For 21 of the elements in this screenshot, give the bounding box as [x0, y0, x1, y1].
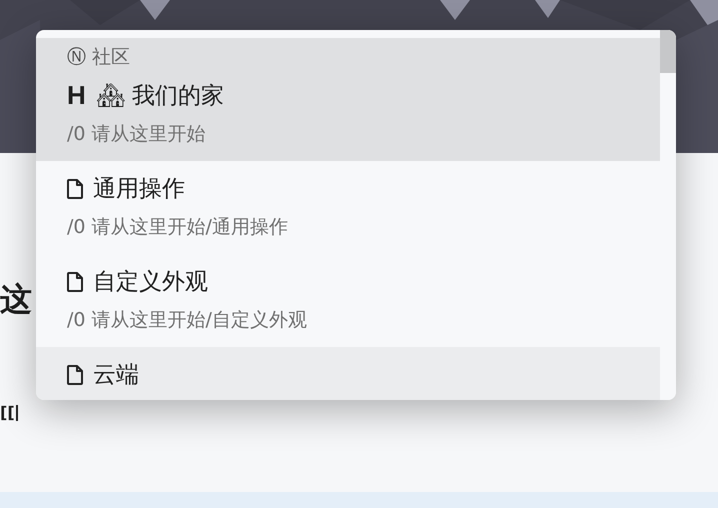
item-title: 🏘 我们的家 — [96, 82, 224, 111]
scrollbar[interactable] — [660, 30, 676, 400]
item-path: /0 请从这里开始 — [67, 122, 207, 147]
item-title: 通用操作 — [93, 175, 185, 204]
section-icon: Ⓝ — [67, 44, 86, 70]
menu-item[interactable]: Ⓝ 社区 H 🏘 我们的家 /0 请从这里开始 — [36, 38, 660, 161]
item-path: /0 请从这里开始/自定义外观 — [67, 308, 308, 333]
scrollbar-thumb[interactable] — [660, 30, 676, 73]
document-icon — [67, 178, 83, 198]
item-path: /0 请从这里开始/通用操作 — [67, 215, 289, 240]
item-title: 自定义外观 — [93, 268, 208, 297]
document-icon — [67, 272, 83, 292]
menu-item[interactable]: 云端 — [36, 347, 660, 400]
menu-item[interactable]: 自定义外观 /0 请从这里开始/自定义外观 — [36, 254, 660, 347]
editor-text: [[ — [0, 405, 18, 421]
item-title: 云端 — [93, 361, 139, 390]
document-icon — [67, 364, 83, 384]
heading-text: 这 — [0, 283, 32, 315]
section-label: 社区 — [92, 45, 130, 70]
menu-item[interactable]: 通用操作 /0 请从这里开始/通用操作 — [36, 161, 660, 254]
heading-icon: H — [67, 80, 86, 111]
